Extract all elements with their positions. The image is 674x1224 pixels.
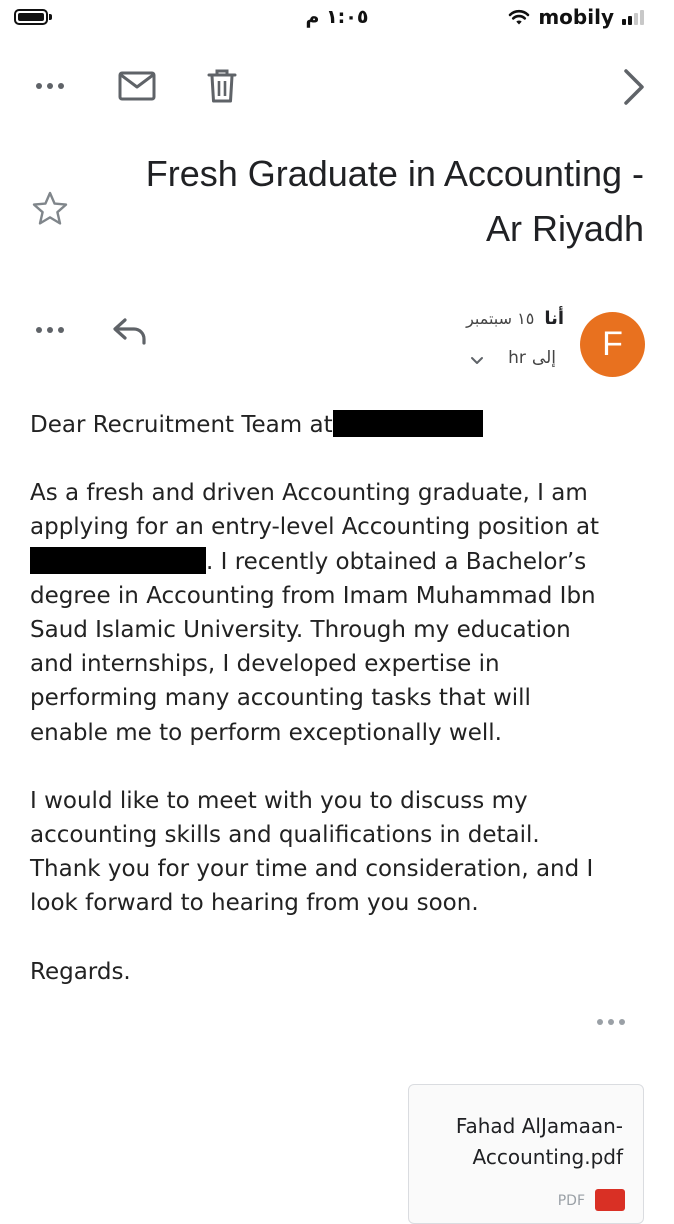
- body-line: degree in Accounting from Imam Muhammad …: [30, 582, 596, 609]
- more-icon[interactable]: [36, 83, 64, 89]
- closing: Regards.: [30, 958, 131, 985]
- subject-line-2: Ar Riyadh: [485, 208, 644, 249]
- body-line: I would like to meet with you to discuss…: [30, 787, 528, 814]
- trash-icon[interactable]: [207, 68, 237, 104]
- body-line: look forward to hearing from you soon.: [30, 890, 479, 917]
- body-line: performing many accounting tasks that wi…: [30, 685, 531, 712]
- sender-name: أنا: [544, 308, 564, 329]
- status-bar: ١:٠٥ م mobily: [0, 0, 674, 38]
- to-label: إلى: [531, 348, 556, 368]
- next-icon[interactable]: [622, 68, 646, 106]
- star-icon[interactable]: [31, 190, 69, 226]
- body-line: enable me to perform exceptionally well.: [30, 719, 502, 746]
- recipient-line[interactable]: hr إلى: [508, 348, 556, 368]
- carrier-name: mobily: [538, 5, 614, 29]
- attachment-name-line-1: Fahad AlJamaan-: [455, 1114, 623, 1138]
- recipient-name: hr: [508, 348, 526, 368]
- greeting-paragraph: Dear Recruitment Team at: [30, 408, 650, 442]
- attachment-name: Fahad AlJamaan- Accounting.pdf: [413, 1111, 623, 1173]
- email-date: ١٥ سبتمبر: [466, 309, 535, 328]
- body-line: Thank you for your time and consideratio…: [30, 856, 594, 883]
- attachment-card[interactable]: Fahad AlJamaan- Accounting.pdf PDF: [408, 1084, 644, 1224]
- email-subject: Fresh Graduate in Accounting - Ar Riyadh: [84, 146, 644, 256]
- body-line: accounting skills and qualifications in …: [30, 822, 540, 849]
- redacted-block: [30, 546, 206, 574]
- sender-line[interactable]: أنا ١٥ سبتمبر: [466, 308, 564, 329]
- paragraph-request: I would like to meet with you to discuss…: [30, 784, 650, 921]
- redacted-block: [332, 410, 483, 437]
- paragraph-intro: As a fresh and driven Accounting graduat…: [30, 476, 650, 750]
- signal-icon: [622, 9, 646, 25]
- body-line: As a fresh and driven Accounting graduat…: [30, 480, 588, 507]
- show-trimmed-icon[interactable]: [597, 1019, 625, 1025]
- attachment-name-line-2: Accounting.pdf: [472, 1145, 623, 1169]
- body-line: Saud Islamic University. Through my educ…: [30, 617, 571, 644]
- pdf-icon: [595, 1189, 625, 1211]
- reply-icon[interactable]: [112, 316, 148, 346]
- greeting-text: Dear Recruitment Team at: [30, 412, 333, 438]
- mail-icon[interactable]: [118, 70, 156, 102]
- message-more-icon[interactable]: [36, 327, 64, 333]
- avatar[interactable]: F: [580, 312, 645, 377]
- carrier-group: mobily: [508, 5, 646, 29]
- wifi-icon: [509, 9, 530, 25]
- email-body: Dear Recruitment Team at As a fresh and …: [30, 408, 650, 1023]
- body-line: and internships, I developed expertise i…: [30, 651, 500, 678]
- chevron-down-icon[interactable]: [470, 356, 484, 366]
- body-line: . I recently obtained a Bachelor’s: [206, 548, 587, 575]
- attachment-type: PDF: [557, 1193, 585, 1209]
- subject-line-1: Fresh Graduate in Accounting -: [145, 153, 644, 194]
- body-line: applying for an entry-level Accounting p…: [30, 514, 600, 541]
